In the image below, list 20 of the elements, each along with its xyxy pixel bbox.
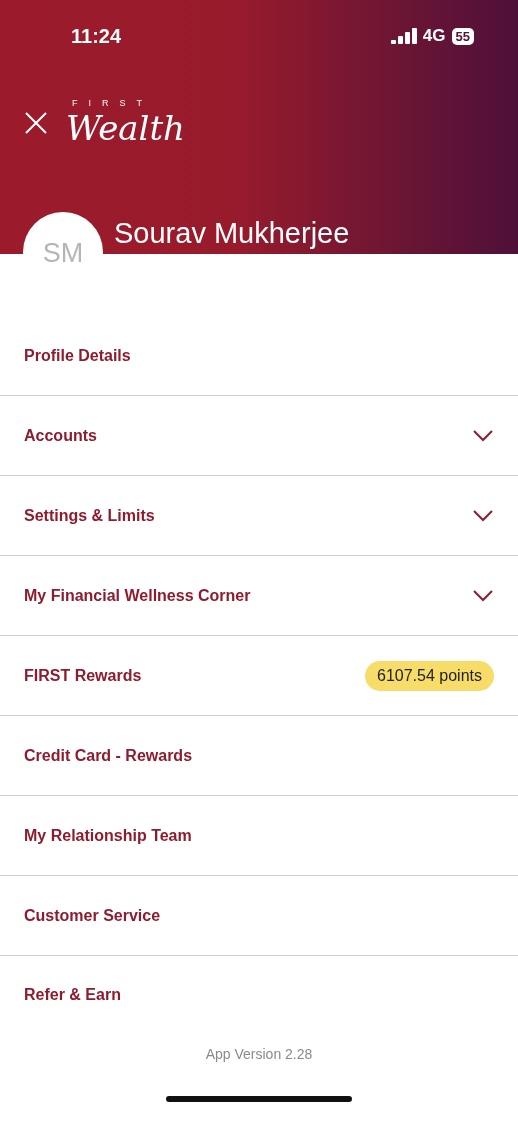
menu-item[interactable]: My Financial Wellness Corner: [24, 586, 251, 605]
logo-wordmark: Wealth: [66, 108, 185, 148]
menu-item[interactable]: Profile Details: [24, 346, 131, 365]
menu-item[interactable]: Customer Service: [24, 906, 161, 925]
logo-tagline: FIRST: [71, 98, 154, 108]
menu-item[interactable]: My Relationship Team: [24, 826, 192, 845]
app-version: App Version 2.28: [204, 1046, 314, 1062]
menu-item[interactable]: Credit Card - Rewards: [24, 746, 193, 765]
points-badge: 6107.54 points: [365, 660, 494, 691]
user-name: Sourav Mukherjee: [114, 217, 350, 249]
close-icon: [24, 111, 48, 135]
menu-item[interactable]: Refer & Earn: [24, 986, 121, 1004]
menu-item[interactable]: FIRST Rewards: [24, 666, 142, 685]
menu-item[interactable]: Settings & Limits: [24, 506, 155, 525]
signal-icon: [390, 28, 417, 44]
menu-item[interactable]: Accounts: [24, 426, 97, 445]
battery-level: 55: [451, 27, 474, 45]
close-button[interactable]: [24, 111, 48, 135]
status-time: 11:24: [71, 24, 122, 48]
network-label: 4G: [422, 26, 446, 46]
